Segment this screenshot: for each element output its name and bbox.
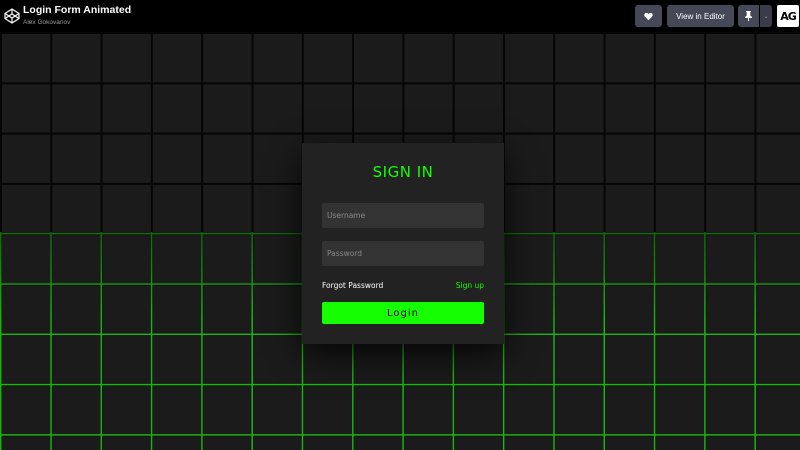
heart-icon [644, 12, 653, 20]
forgot-password-link[interactable]: Forgot Password [322, 281, 383, 290]
login-button[interactable]: Login [322, 302, 484, 324]
view-in-editor-button[interactable]: View in Editor [667, 5, 734, 27]
login-form-card: SIGN IN Forgot Password Sign up Login [302, 143, 504, 344]
pin-button[interactable] [738, 5, 759, 27]
pin-icon [745, 11, 752, 21]
like-button[interactable] [635, 5, 662, 27]
sign-in-title: SIGN IN [372, 163, 434, 181]
form-links: Forgot Password Sign up [322, 281, 484, 291]
username-input[interactable] [322, 203, 484, 228]
codepen-logo-icon[interactable] [4, 8, 20, 24]
pen-title-block: Login Form Animated Alex Gokovanov [23, 4, 131, 27]
sign-up-link[interactable]: Sign up [456, 281, 484, 290]
password-input[interactable] [322, 241, 484, 266]
pin-dropdown-button[interactable]: ⌄ [760, 5, 772, 27]
pen-author[interactable]: Alex Gokovanov [23, 18, 131, 27]
codepen-logo-svg [4, 8, 20, 24]
pen-title[interactable]: Login Form Animated [23, 4, 131, 16]
user-avatar[interactable]: AG [777, 5, 799, 27]
codepen-header: Login Form Animated Alex Gokovanov View … [0, 0, 800, 32]
